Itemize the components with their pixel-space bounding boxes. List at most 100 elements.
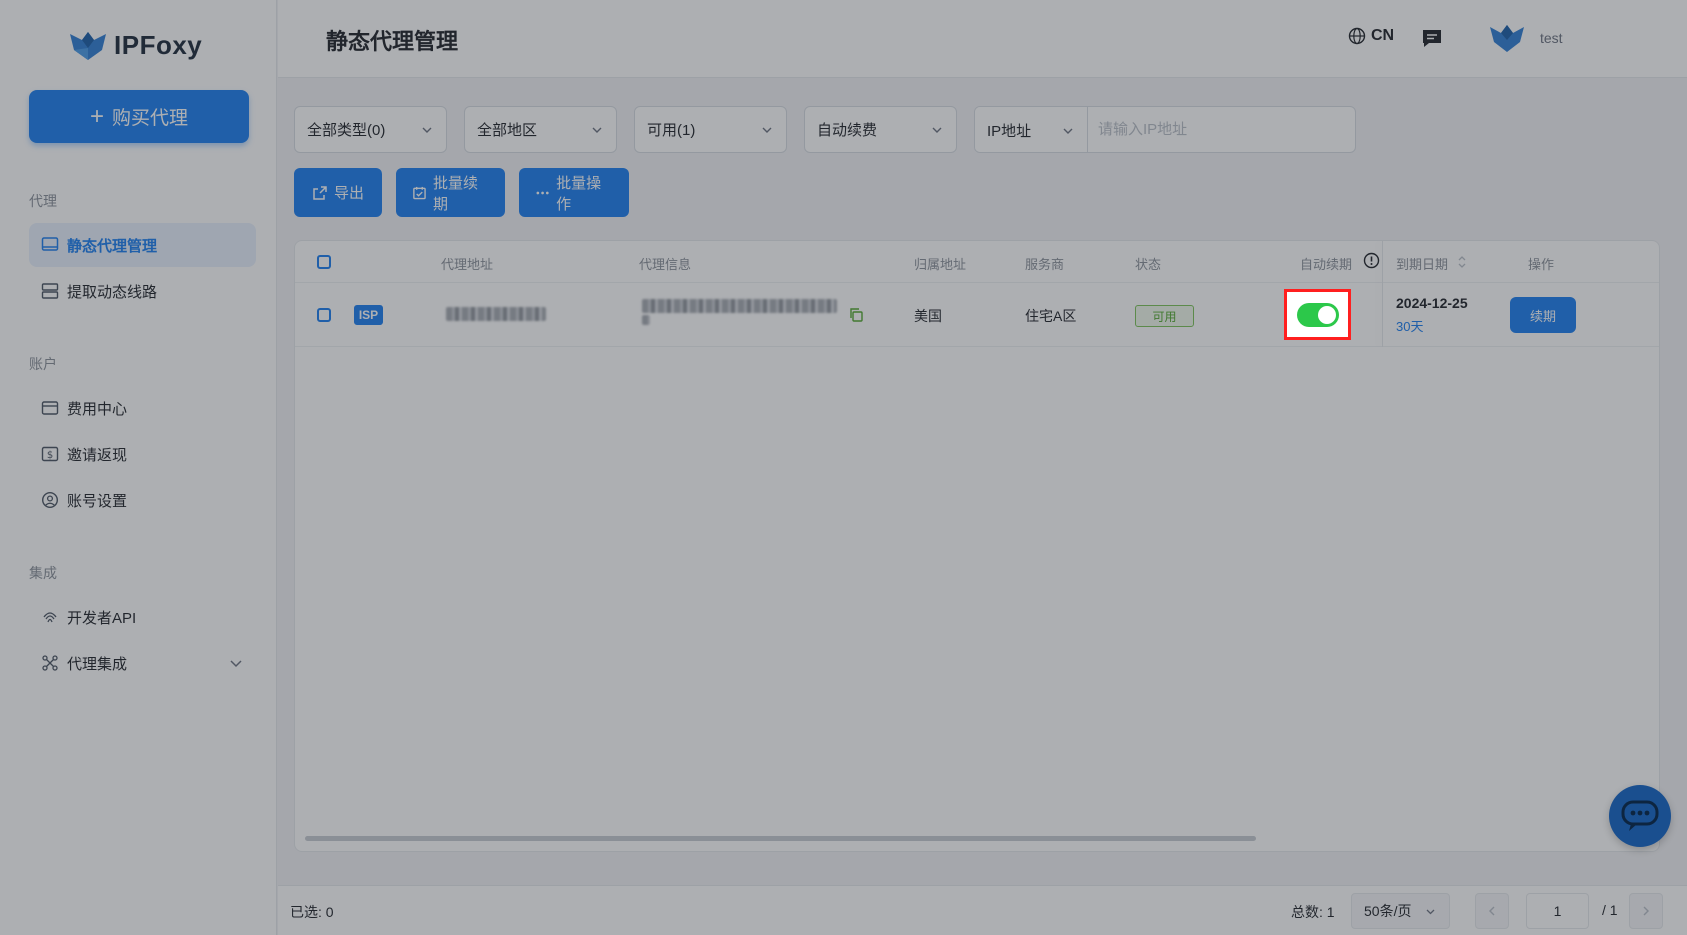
- prev-page-button[interactable]: [1475, 893, 1509, 929]
- svg-text:$: $: [47, 450, 53, 461]
- ip-search-input[interactable]: [1088, 107, 1355, 152]
- sidebar-item-label: 邀请返现: [67, 446, 128, 464]
- top-bar: 静态代理管理 CN test: [278, 0, 1687, 78]
- select-all-checkbox[interactable]: [317, 255, 331, 269]
- table-row: ISP 美国 住宅A区 可用 2024-12-25 30天 续期: [295, 283, 1659, 347]
- status-filter-select[interactable]: 可用(1): [634, 106, 787, 153]
- app-root: IPFoxy + 购买代理 代理 静态代理管理 提取动态线路 账户 费用中心 $…: [0, 0, 1687, 935]
- username: test: [1540, 30, 1563, 46]
- renew-button[interactable]: 续期: [1510, 297, 1576, 333]
- sidebar-item-developer-api[interactable]: 开发者API: [29, 595, 256, 639]
- horizontal-scrollbar[interactable]: [305, 836, 1256, 841]
- language-label: CN: [1371, 27, 1395, 44]
- page-title: 静态代理管理: [326, 29, 459, 54]
- sidebar-item-proxy-integration[interactable]: 代理集成: [29, 641, 256, 685]
- selected-count: 已选: 0: [290, 904, 334, 920]
- col-header-location: 归属地址: [914, 257, 967, 272]
- fingerprint-icon: [43, 612, 57, 623]
- batch-renew-button[interactable]: 批量续期: [396, 168, 505, 217]
- fixed-column-divider: [1382, 241, 1383, 347]
- user-menu[interactable]: test: [1488, 22, 1563, 54]
- region-filter-select[interactable]: 全部地区: [464, 106, 617, 153]
- sidebar-item-dynamic-lines[interactable]: 提取动态线路: [29, 269, 256, 313]
- buy-proxy-button[interactable]: + 购买代理: [29, 90, 249, 143]
- expire-days: 30天: [1396, 319, 1424, 334]
- redacted-proxy-info-tail: [642, 315, 650, 325]
- sidebar-item-account-settings[interactable]: 账号设置: [29, 478, 256, 522]
- buy-proxy-label: 购买代理: [112, 108, 189, 129]
- info-circle-icon[interactable]: [1363, 252, 1380, 269]
- sidebar-item-static-proxy[interactable]: 静态代理管理: [29, 223, 256, 267]
- page-size-select[interactable]: 50条/页: [1351, 893, 1450, 929]
- message-icon[interactable]: [1421, 27, 1443, 49]
- chevron-down-icon: [230, 660, 242, 668]
- col-header-status: 状态: [1135, 257, 1162, 272]
- chevron-left-icon: [1489, 906, 1495, 916]
- status-filter-value: 可用(1): [647, 122, 696, 139]
- copy-icon[interactable]: [848, 307, 864, 323]
- batch-ops-button[interactable]: 批量操作: [519, 168, 629, 217]
- sidebar: IPFoxy + 购买代理 代理 静态代理管理 提取动态线路 账户 费用中心 $…: [0, 0, 277, 935]
- network-icon: [42, 655, 58, 671]
- row-checkbox[interactable]: [317, 308, 331, 322]
- highlight-box: [1284, 289, 1351, 340]
- chat-bubble-icon: [1621, 800, 1659, 831]
- dollar-icon: $: [41, 446, 59, 462]
- sidebar-item-label: 费用中心: [67, 400, 128, 418]
- chevron-down-icon: [422, 127, 432, 133]
- chevron-down-icon: [1426, 909, 1435, 914]
- location-cell: 美国: [914, 308, 942, 324]
- batch-ops-label: 批量操作: [556, 174, 602, 213]
- col-header-expire[interactable]: 到期日期: [1396, 254, 1448, 273]
- sidebar-item-label: 提取动态线路: [67, 283, 158, 301]
- next-page-button[interactable]: [1629, 893, 1663, 929]
- section-title-integration: 集成: [29, 565, 57, 581]
- export-label: 导出: [333, 185, 364, 202]
- section-title-account: 账户: [29, 356, 57, 372]
- page-size-value: 50条/页: [1364, 903, 1412, 919]
- expire-date: 2024-12-25: [1396, 295, 1468, 311]
- logo[interactable]: IPFoxy: [68, 28, 202, 62]
- globe-icon: [1348, 27, 1366, 45]
- chevron-down-icon: [762, 127, 772, 133]
- export-button[interactable]: 导出: [294, 168, 382, 217]
- page-number-input[interactable]: 1: [1526, 893, 1589, 929]
- chevron-right-icon: [1643, 906, 1649, 916]
- redacted-proxy-info: [642, 299, 837, 313]
- chevron-down-icon: [932, 127, 942, 133]
- sidebar-item-label: 静态代理管理: [67, 237, 158, 255]
- page-total: / 1: [1602, 902, 1618, 918]
- type-filter-select[interactable]: 全部类型(0): [294, 106, 447, 153]
- ip-mode-select[interactable]: IP地址: [975, 107, 1088, 152]
- provider-cell: 住宅A区: [1025, 308, 1077, 324]
- calendar-check-icon: [413, 186, 426, 199]
- ip-mode-value: IP地址: [987, 123, 1032, 140]
- col-header-addr: 代理地址: [441, 257, 494, 272]
- filter-bar: 全部类型(0) 全部地区 可用(1) 自动续费 IP地址: [294, 106, 1356, 153]
- sidebar-item-referral[interactable]: $ 邀请返现: [29, 432, 256, 476]
- region-filter-value: 全部地区: [477, 122, 538, 139]
- sidebar-item-label: 代理集成: [67, 655, 128, 673]
- server-icon: [41, 283, 59, 299]
- proxy-table: 代理地址 代理信息 归属地址 服务商 状态 自动续期 到期日期 操作 ISP 美…: [294, 240, 1660, 852]
- isp-tag: ISP: [354, 305, 383, 325]
- status-badge: 可用: [1135, 305, 1194, 327]
- export-icon: [313, 185, 327, 200]
- support-chat-button[interactable]: [1609, 785, 1671, 847]
- action-bar: 导出 批量续期 批量操作: [294, 168, 629, 217]
- user-circle-icon: [41, 491, 59, 509]
- more-dots-icon: [536, 191, 549, 194]
- language-switcher[interactable]: CN: [1348, 27, 1394, 45]
- sidebar-item-label: 开发者API: [67, 609, 137, 627]
- renew-filter-select[interactable]: 自动续费: [804, 106, 957, 153]
- main-content: 静态代理管理 CN test 全部类型(0) 全部地区 可用(1) 自动续费 I…: [278, 0, 1687, 935]
- logo-text: IPFoxy: [114, 29, 203, 60]
- pagination-bar: 已选: 0 总数: 1 50条/页 1 / 1: [278, 885, 1687, 935]
- sidebar-item-billing[interactable]: 费用中心: [29, 386, 256, 430]
- sort-icon[interactable]: [1457, 255, 1467, 269]
- col-header-ops: 操作: [1528, 257, 1555, 272]
- col-header-provider: 服务商: [1025, 257, 1065, 272]
- table-header: 代理地址 代理信息 归属地址 服务商 状态 自动续期 到期日期 操作: [295, 241, 1659, 283]
- renew-filter-value: 自动续费: [817, 122, 878, 139]
- plus-icon: +: [89, 102, 104, 130]
